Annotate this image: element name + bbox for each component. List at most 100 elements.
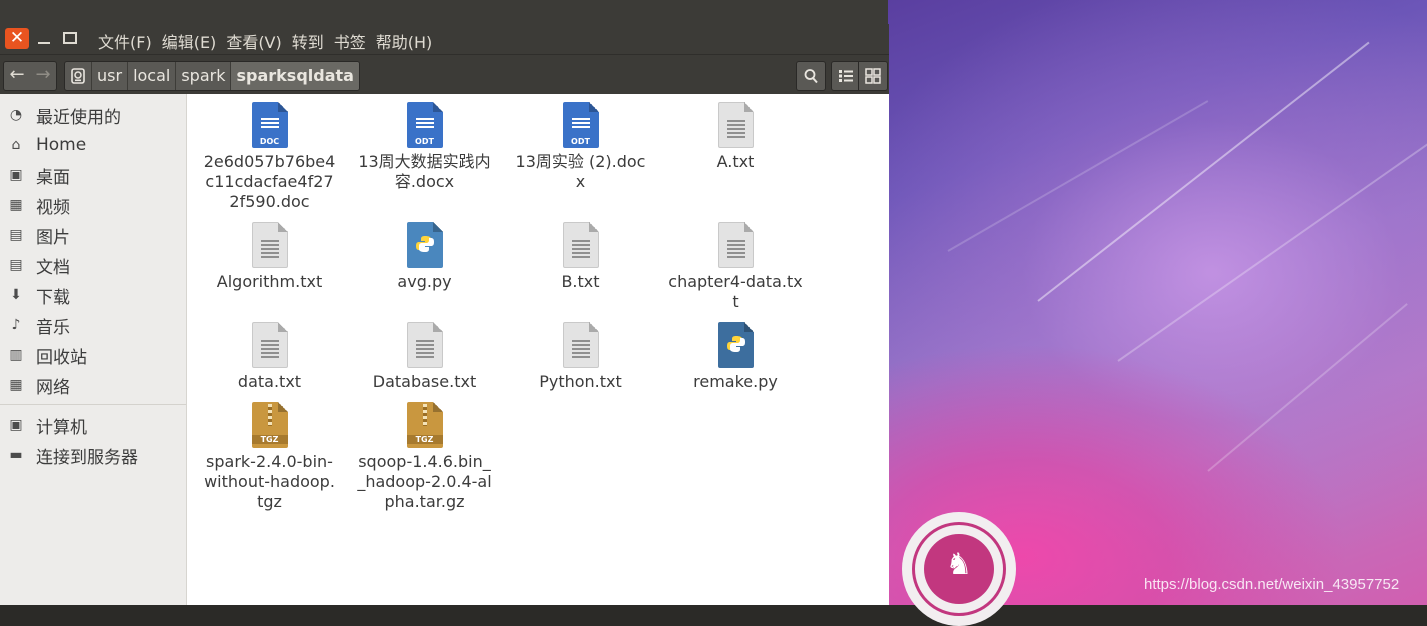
watermark: https://blog.csdn.net/weixin_43957752 xyxy=(1144,576,1400,593)
ubuntu-logo: ♞ xyxy=(902,512,1016,626)
grid-view-icon xyxy=(865,68,881,84)
root-drive-button[interactable] xyxy=(65,62,92,90)
computer-icon: ▣ xyxy=(9,417,23,433)
breadcrumb-usr[interactable]: usr xyxy=(92,62,129,90)
file-item[interactable]: ODT 13周大数据实践内容.docx xyxy=(347,94,502,192)
ubuntu-mascot-icon: ♞ xyxy=(945,547,973,582)
toolbar: ← → usr local spark sparksqldata xyxy=(0,54,889,95)
clock-icon: ◔ xyxy=(9,107,23,123)
file-item[interactable]: Algorithm.txt xyxy=(192,214,347,292)
sidebar-item[interactable]: ▦ 视频 xyxy=(8,191,70,219)
sidebar-item[interactable]: ⌂ Home xyxy=(8,131,87,159)
file-item[interactable]: data.txt xyxy=(192,314,347,392)
sidebar-item[interactable]: ▦ 网络 xyxy=(8,371,70,399)
sidebar-item[interactable]: ⬇ 下载 xyxy=(8,281,70,309)
sidebar-item[interactable]: ▤ 图片 xyxy=(8,221,70,249)
file-item[interactable]: Python.txt xyxy=(503,314,658,392)
maximize-button[interactable] xyxy=(60,29,80,47)
text-file-icon xyxy=(251,322,288,368)
file-name: 13周大数据实践内容.docx xyxy=(358,152,491,191)
sidebar: ◔ 最近使用的 ⌂ Home ▣ 桌面 ▦ 视频 ▤ 图片 ▤ 文档 ⬇ 下载 ♪ 音乐 ▥ 回收站 ▦ 网络 ▣ 计算机… xyxy=(0,94,187,605)
breadcrumb-sparksqldata[interactable]: sparksqldata xyxy=(231,62,359,90)
sidebar-item-label: 音乐 xyxy=(36,317,70,338)
sidebar-item-label: 视频 xyxy=(36,197,70,218)
archive-file-icon: TGZ xyxy=(251,402,288,448)
sidebar-item-label: 桌面 xyxy=(36,167,70,188)
menubar: 文件(F) 编辑(E) 查看(V) 转到 书签 帮助(H) xyxy=(98,29,432,53)
file-item[interactable]: A.txt xyxy=(658,94,813,172)
close-button[interactable]: ✕ xyxy=(5,28,29,49)
file-name: avg.py xyxy=(397,272,452,291)
server-icon: ▬ xyxy=(9,447,23,463)
breadcrumb-spark[interactable]: spark xyxy=(176,62,232,90)
sidebar-item[interactable]: ◔ 最近使用的 xyxy=(8,101,121,129)
odt-file-icon: ODT xyxy=(562,102,599,148)
document-icon: ▤ xyxy=(9,257,23,273)
file-item[interactable]: TGZ spark-2.4.0-bin-without-hadoop.tgz xyxy=(192,394,347,512)
file-item[interactable]: DOC 2e6d057b76be4c11cdacfae4f272f590.doc xyxy=(192,94,347,212)
desktop-icon: ▣ xyxy=(9,167,23,183)
file-name: Database.txt xyxy=(372,372,477,391)
search-button[interactable] xyxy=(796,61,826,91)
file-type-tag: TGZ xyxy=(406,435,443,444)
file-name: B.txt xyxy=(561,272,600,291)
file-item[interactable]: Database.txt xyxy=(347,314,502,392)
list-view-icon xyxy=(839,70,853,82)
video-icon: ▦ xyxy=(9,197,23,213)
sidebar-item-label: Home xyxy=(36,135,87,155)
file-name: 2e6d057b76be4c11cdacfae4f272f590.doc xyxy=(203,152,336,211)
file-type-tag: TGZ xyxy=(251,435,288,444)
file-item[interactable]: remake.py xyxy=(658,314,813,392)
text-file-icon xyxy=(562,322,599,368)
menu-item[interactable]: 文件(F) xyxy=(98,29,152,53)
sidebar-item[interactable]: ♪ 音乐 xyxy=(8,311,70,339)
sidebar-item-label: 连接到服务器 xyxy=(36,447,138,468)
menu-item[interactable]: 转到 xyxy=(292,29,324,53)
file-type-tag: ODT xyxy=(571,137,590,146)
text-file-icon xyxy=(562,222,599,268)
breadcrumb: usr local spark sparksqldata xyxy=(64,61,360,91)
sidebar-item-label: 文档 xyxy=(36,257,70,278)
menu-item[interactable]: 帮助(H) xyxy=(376,29,433,53)
text-file-icon xyxy=(717,222,754,268)
menu-item[interactable]: 编辑(E) xyxy=(162,29,217,53)
sidebar-item[interactable]: ▤ 文档 xyxy=(8,251,70,279)
menu-item[interactable]: 查看(V) xyxy=(226,29,281,53)
sidebar-item[interactable]: ▥ 回收站 xyxy=(8,341,87,369)
minimize-button[interactable] xyxy=(34,29,54,47)
back-button[interactable]: ← xyxy=(4,62,30,90)
file-name: remake.py xyxy=(693,372,778,391)
doc-file-icon: DOC xyxy=(251,102,288,148)
file-name: 13周实验 (2).docx xyxy=(515,152,646,191)
picture-icon: ▤ xyxy=(9,227,23,243)
file-item[interactable]: TGZ sqoop-1.4.6.bin__hadoop-2.0.4-alpha.t… xyxy=(347,394,502,512)
grid-view-button[interactable] xyxy=(858,61,888,91)
list-view-button[interactable] xyxy=(831,61,861,91)
python-file-icon xyxy=(717,322,754,368)
navigation-buttons: ← → xyxy=(3,61,57,91)
sidebar-item-label: 网络 xyxy=(36,377,70,398)
file-item[interactable]: avg.py xyxy=(347,214,502,292)
odt-file-icon: ODT xyxy=(406,102,443,148)
drive-icon xyxy=(71,68,85,84)
titlebar: ✕ 文件(F) 编辑(E) 查看(V) 转到 书签 帮助(H) xyxy=(0,24,889,54)
menu-item[interactable]: 书签 xyxy=(334,29,366,53)
sidebar-item[interactable]: ▣ 桌面 xyxy=(8,161,70,189)
file-item[interactable]: chapter4-data.txt xyxy=(658,214,813,312)
file-type-tag: DOC xyxy=(259,137,280,146)
network-icon: ▦ xyxy=(9,377,23,393)
text-file-icon xyxy=(251,222,288,268)
file-name: A.txt xyxy=(716,152,755,171)
sidebar-item[interactable]: ▣ 计算机 xyxy=(8,411,87,439)
sidebar-item-label: 计算机 xyxy=(36,417,87,438)
python-file-icon xyxy=(406,222,443,268)
file-grid: DOC 2e6d057b76be4c11cdacfae4f272f590.doc O… xyxy=(187,94,889,605)
breadcrumb-local[interactable]: local xyxy=(128,62,177,90)
file-item[interactable]: B.txt xyxy=(503,214,658,292)
download-icon: ⬇ xyxy=(10,287,22,303)
search-icon xyxy=(804,69,818,84)
archive-file-icon: TGZ xyxy=(406,402,443,448)
sidebar-item[interactable]: ▬ 连接到服务器 xyxy=(8,441,138,469)
file-item[interactable]: ODT 13周实验 (2).docx xyxy=(503,94,658,192)
forward-button[interactable]: → xyxy=(30,62,56,90)
